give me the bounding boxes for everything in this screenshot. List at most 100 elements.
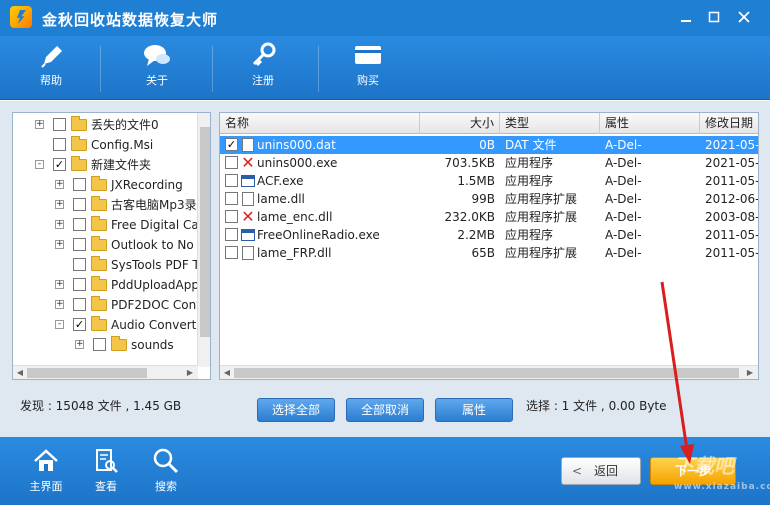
tree-checkbox[interactable]: ✓ [73,318,86,331]
row-checkbox[interactable] [225,246,238,259]
toolbar-help-button[interactable]: 帮助 [16,40,86,96]
column-header-attributes[interactable]: 属性 [600,113,700,134]
expand-icon[interactable]: + [35,120,44,129]
toolbar-about-button[interactable]: 关于 [122,40,192,96]
file-list[interactable]: 名称 大小 类型 属性 修改日期 ✓ unins000.dat 0B DAT 文… [219,112,759,380]
expand-icon[interactable]: + [55,220,64,229]
tree-checkbox[interactable] [73,218,86,231]
file-attributes: A-Del- [605,138,642,152]
scrollbar-thumb[interactable] [27,368,147,378]
table-row[interactable]: FreeOnlineRadio.exe 2.2MB 应用程序 A-Del- 20… [220,226,758,244]
file-date: 2011-05- [705,228,758,242]
scroll-right-icon[interactable]: ▶ [184,367,196,379]
collapse-icon[interactable]: - [55,320,64,329]
scroll-right-icon[interactable]: ▶ [744,367,756,379]
scrollbar-thumb[interactable] [234,368,739,378]
file-size: 65B [471,246,495,260]
file-date: 2003-08- [705,210,758,224]
tree-checkbox[interactable] [73,298,86,311]
document-icon [242,138,254,152]
home-nav-button[interactable]: 主界面 [21,447,71,499]
row-checkbox[interactable] [225,228,238,241]
properties-button[interactable]: 属性 [435,398,513,422]
expand-icon[interactable]: + [55,240,64,249]
tree-checkbox[interactable] [73,198,86,211]
scroll-left-icon[interactable]: ◀ [14,367,26,379]
file-name: lame_FRP.dll [257,246,332,260]
pencil-icon [41,46,62,68]
minimize-button[interactable] [676,7,696,27]
dll-icon [242,246,254,260]
file-type: 应用程序扩展 [505,246,578,260]
file-type: DAT 文件 [505,138,557,152]
card-icon [355,46,381,64]
tree-checkbox[interactable] [53,138,66,151]
column-header-type[interactable]: 类型 [500,113,600,134]
tree-checkbox[interactable] [73,278,86,291]
row-checkbox[interactable] [225,210,238,223]
tree-item-label: 古客电脑Mp3录 [111,198,197,212]
tree-checkbox[interactable] [73,178,86,191]
file-name: lame_enc.dll [257,210,333,224]
search-nav-button[interactable]: 搜索 [141,447,191,499]
file-date: 2012-06- [705,192,758,206]
table-row[interactable]: lame.dll 99B 应用程序扩展 A-Del- 2012-06- [220,190,758,208]
tree-checkbox[interactable] [73,258,86,271]
view-nav-button[interactable]: 查看 [81,447,131,499]
row-checkbox[interactable] [225,156,238,169]
back-button[interactable]: < 返回 [561,457,641,485]
watermark-logo: 下载吧 www.xiazaiba.com [674,454,770,492]
tree-checkbox[interactable] [53,118,66,131]
column-header-modified-date[interactable]: 修改日期 [700,113,758,134]
toolbar-register-button[interactable]: 注册 [228,40,298,96]
file-type: 应用程序 [505,156,554,170]
deselect-all-button[interactable]: 全部取消 [346,398,424,422]
file-size: 703.5KB [444,156,495,170]
file-attributes: A-Del- [605,228,642,242]
table-row[interactable]: lame_FRP.dll 65B 应用程序扩展 A-Del- 2011-05- [220,244,758,262]
file-name: ACF.exe [257,174,304,188]
tree-vertical-scrollbar[interactable] [197,113,210,367]
search-nav-label: 搜索 [155,480,177,493]
expand-icon[interactable]: + [75,340,84,349]
scrollbar-thumb[interactable] [200,127,210,337]
tree-item-label: 新建文件夹 [91,158,152,172]
tree-checkbox[interactable] [93,338,106,351]
toolbar-buy-button[interactable]: 购买 [333,40,403,96]
toolbar-buy-label: 购买 [357,74,379,87]
tree-checkbox[interactable] [73,238,86,251]
table-row[interactable]: ✓ unins000.dat 0B DAT 文件 A-Del- 2021-05- [220,136,758,154]
select-all-button[interactable]: 选择全部 [257,398,335,422]
expand-icon[interactable]: + [55,200,64,209]
collapse-icon[interactable]: - [35,160,44,169]
minimize-icon [681,20,691,22]
row-checkbox[interactable]: ✓ [225,138,238,151]
tree-horizontal-scrollbar[interactable]: ◀ ▶ [13,365,198,379]
file-name: unins000.exe [257,156,338,170]
column-header-name[interactable]: 名称 [220,113,420,134]
expand-icon[interactable]: + [55,180,64,189]
table-row[interactable]: ✕ lame_enc.dll 232.0KB 应用程序扩展 A-Del- 200… [220,208,758,226]
column-header-size[interactable]: 大小 [420,113,500,134]
toolbar-divider [212,46,213,92]
file-name: lame.dll [257,192,305,206]
tree-checkbox[interactable]: ✓ [53,158,66,171]
title-bar: 金秋回收站数据恢复大师 [0,0,770,36]
scroll-left-icon[interactable]: ◀ [221,367,233,379]
file-attributes: A-Del- [605,174,642,188]
table-row[interactable]: ACF.exe 1.5MB 应用程序 A-Del- 2011-05- [220,172,758,190]
maximize-button[interactable] [704,7,724,27]
expand-icon[interactable]: + [55,280,64,289]
list-horizontal-scrollbar[interactable]: ◀ ▶ [220,365,758,379]
application-icon [241,175,255,187]
row-checkbox[interactable] [225,192,238,205]
home-nav-label: 主界面 [29,480,63,493]
folder-tree[interactable]: + 丢失的文件0 Config.Msi - ✓ 新建文件夹 + JXRecord… [12,112,211,380]
table-row[interactable]: ✕ unins000.exe 703.5KB 应用程序 A-Del- 2021-… [220,154,758,172]
row-checkbox[interactable] [225,174,238,187]
file-name: FreeOnlineRadio.exe [257,228,380,242]
folder-icon [91,176,107,191]
view-nav-label: 查看 [95,480,117,493]
expand-icon[interactable]: + [55,300,64,309]
close-button[interactable] [734,7,754,27]
